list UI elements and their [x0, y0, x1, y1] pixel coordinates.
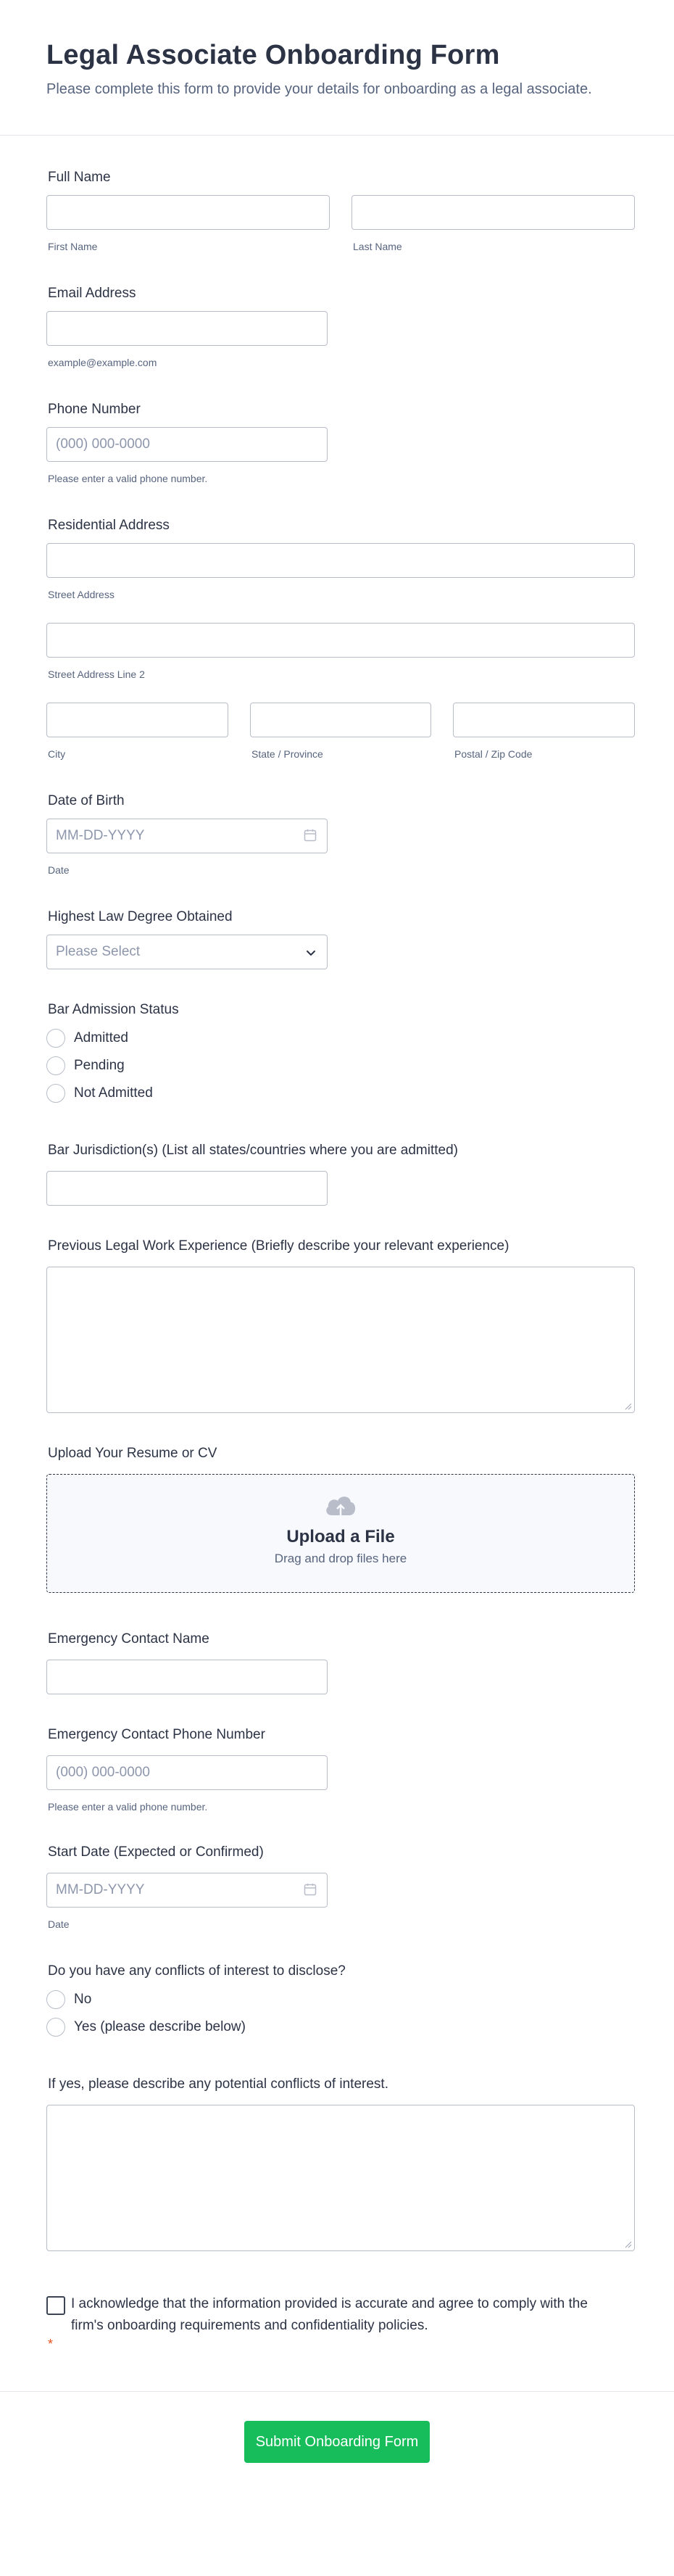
street-address-sublabel: Street Address [48, 589, 115, 600]
dob-label: Date of Birth [48, 793, 125, 808]
emergency-name-field: Emergency Contact Name [46, 1631, 628, 1694]
radio-option-pending[interactable]: Pending [46, 1052, 628, 1080]
acknowledgement-field: I acknowledge that the information provi… [46, 2293, 628, 2352]
bar-status-field: Bar Admission Status Admitted Pending No… [46, 1001, 628, 1107]
upload-field: Upload Your Resume or CV Upload a File D… [46, 1445, 635, 1593]
calendar-icon[interactable] [303, 1882, 317, 1897]
full-name-field: Full Name First Name Last Name [46, 169, 635, 253]
phone-field: Phone Number Please enter a valid phone … [46, 401, 628, 485]
form-footer: Submit Onboarding Form [0, 2391, 674, 2493]
emergency-phone-input[interactable] [46, 1755, 328, 1790]
email-sublabel: example@example.com [48, 357, 157, 368]
form-body: Full Name First Name Last Name Email Add… [0, 169, 674, 2352]
bar-status-label: Bar Admission Status [48, 1002, 179, 1017]
form-subtitle: Please complete this form to provide you… [46, 81, 592, 97]
dob-input[interactable] [46, 819, 328, 853]
full-name-label: Full Name [48, 170, 111, 185]
upload-title: Upload a File [286, 1527, 395, 1546]
degree-select[interactable]: Please Select [46, 935, 328, 969]
acknowledgement-checkbox[interactable] [46, 2296, 65, 2315]
first-name-sublabel: First Name [48, 241, 98, 252]
conflicts-description-field: If yes, please describe any potential co… [46, 2076, 635, 2251]
emergency-phone-field: Emergency Contact Phone Number Please en… [46, 1726, 628, 1813]
start-date-field: Start Date (Expected or Confirmed) Date [46, 1844, 628, 1931]
phone-sublabel: Please enter a valid phone number. [48, 473, 208, 484]
address-field: Residential Address Street Address Stree… [46, 517, 635, 761]
radio-label: Yes (please describe below) [74, 2019, 246, 2034]
jurisdiction-field: Bar Jurisdiction(s) (List all states/cou… [46, 1142, 628, 1206]
experience-field: Previous Legal Work Experience (Briefly … [46, 1238, 635, 1413]
form-title: Legal Associate Onboarding Form [46, 40, 500, 70]
degree-field: Highest Law Degree Obtained Please Selec… [46, 908, 628, 969]
radio-label: Not Admitted [74, 1085, 153, 1101]
experience-label: Previous Legal Work Experience (Briefly … [48, 1238, 509, 1254]
street-address-line2-input[interactable] [46, 623, 635, 658]
city-input[interactable] [46, 703, 228, 737]
radio-label: Admitted [74, 1030, 128, 1045]
phone-label: Phone Number [48, 402, 141, 417]
zip-input[interactable] [453, 703, 635, 737]
radio-label: Pending [74, 1058, 125, 1073]
emergency-name-label: Emergency Contact Name [48, 1631, 209, 1647]
radio-button[interactable] [46, 1056, 65, 1075]
zip-sublabel: Postal / Zip Code [454, 748, 533, 760]
degree-selected-value: Please Select [56, 944, 141, 959]
state-sublabel: State / Province [251, 748, 323, 760]
cloud-upload-icon [326, 1496, 356, 1515]
emergency-phone-label: Emergency Contact Phone Number [48, 1727, 265, 1742]
radio-button[interactable] [46, 1084, 65, 1103]
required-asterisk: * [48, 2337, 54, 2351]
upload-label: Upload Your Resume or CV [48, 1446, 217, 1461]
file-upload-dropzone[interactable]: Upload a File Drag and drop files here [46, 1474, 635, 1593]
start-date-input[interactable] [46, 1873, 328, 1908]
dob-field: Date of Birth Date [46, 792, 628, 877]
resize-handle-icon[interactable] [623, 1401, 632, 1410]
form-header: Legal Associate Onboarding Form Please c… [0, 0, 674, 136]
emergency-phone-sublabel: Please enter a valid phone number. [48, 1801, 208, 1813]
radio-button[interactable] [46, 1990, 65, 2009]
state-input[interactable] [250, 703, 431, 737]
upload-subtitle: Drag and drop files here [274, 1552, 407, 1565]
start-date-sublabel: Date [48, 1918, 70, 1930]
jurisdiction-label: Bar Jurisdiction(s) (List all states/cou… [48, 1143, 459, 1158]
chevron-down-icon [307, 951, 315, 956]
radio-button[interactable] [46, 1029, 65, 1048]
street-address-line2-sublabel: Street Address Line 2 [48, 668, 145, 680]
degree-label: Highest Law Degree Obtained [48, 909, 233, 924]
resize-handle-icon[interactable] [623, 2240, 632, 2248]
address-label: Residential Address [48, 518, 170, 533]
submit-button[interactable]: Submit Onboarding Form [244, 2421, 430, 2463]
emergency-name-input[interactable] [46, 1660, 328, 1694]
city-sublabel: City [48, 748, 66, 760]
last-name-sublabel: Last Name [353, 241, 402, 252]
radio-button[interactable] [46, 2018, 65, 2037]
street-address-input[interactable] [46, 543, 635, 578]
phone-input[interactable] [46, 427, 328, 462]
experience-textarea[interactable] [46, 1267, 635, 1413]
radio-label: No [74, 1992, 92, 2007]
email-input[interactable] [46, 311, 328, 346]
last-name-input[interactable] [351, 195, 635, 230]
dob-sublabel: Date [48, 864, 70, 876]
start-date-label: Start Date (Expected or Confirmed) [48, 1844, 264, 1860]
acknowledgement-text: I acknowledge that the information provi… [71, 2296, 588, 2333]
first-name-input[interactable] [46, 195, 330, 230]
email-field: Email Address example@example.com [46, 285, 628, 369]
radio-option-yes[interactable]: Yes (please describe below) [46, 2013, 628, 2041]
jurisdiction-input[interactable] [46, 1171, 328, 1206]
radio-option-no[interactable]: No [46, 1986, 628, 2013]
conflicts-field: Do you have any conflicts of interest to… [46, 1963, 628, 2041]
radio-option-admitted[interactable]: Admitted [46, 1024, 628, 1052]
conflicts-label: Do you have any conflicts of interest to… [48, 1963, 346, 1979]
conflicts-description-label: If yes, please describe any potential co… [48, 2076, 388, 2092]
conflicts-description-textarea[interactable] [46, 2105, 635, 2251]
email-label: Email Address [48, 286, 136, 301]
calendar-icon[interactable] [303, 828, 317, 842]
radio-option-not-admitted[interactable]: Not Admitted [46, 1080, 628, 1107]
